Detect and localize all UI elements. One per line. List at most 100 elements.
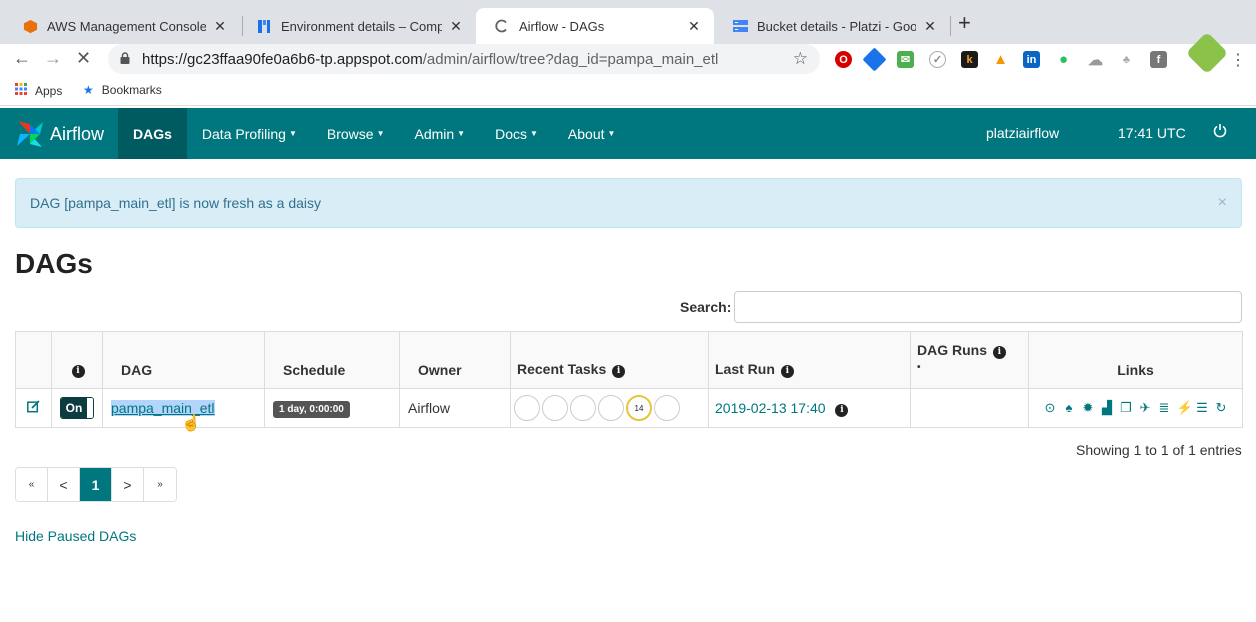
nav-label: About: [567, 125, 605, 142]
toggle-knob: [87, 398, 93, 418]
info-icon: i: [992, 346, 1006, 359]
nav-admin[interactable]: Admin ▼: [399, 108, 480, 159]
caret-down-icon: ▼: [607, 129, 616, 138]
edit-icon[interactable]: [27, 400, 40, 416]
browser-tab-strip: AWS Management Console ✕ Environment det…: [0, 0, 1256, 44]
links-cell: ⊙ ♠ ✹ ▟ ❐ ✈ ≣ ⚡ ☰ ↻: [1028, 388, 1243, 428]
tab-divider: [950, 16, 951, 36]
stop-loading-icon[interactable]: ✕: [76, 48, 91, 69]
user-name[interactable]: platziairflow: [986, 125, 1059, 141]
schedule-badge[interactable]: 1 day, 0:00:00: [273, 400, 350, 418]
bookmarks-bar: Apps ★ Bookmarks: [0, 76, 1256, 106]
airflow-logo[interactable]: Airflow: [14, 118, 104, 150]
caret-down-icon: ▼: [530, 129, 538, 138]
logout-power-icon[interactable]: [1213, 123, 1227, 142]
task-state-circles: 14: [514, 395, 702, 421]
forward-arrow-icon[interactable]: →: [44, 48, 62, 69]
aws-cube-icon: [22, 18, 38, 34]
bookmark-apps[interactable]: Apps: [15, 83, 62, 98]
tree-view-icon[interactable]: ♠: [1063, 400, 1076, 416]
search-label: Search:: [680, 299, 732, 315]
info-icon[interactable]: i: [835, 403, 849, 417]
tab-composer[interactable]: Environment details – Compose ✕: [238, 8, 476, 44]
nav-dags[interactable]: DAGs: [118, 108, 187, 159]
browser-toolbar: ← → ✕ https://gc23ffaa90fe0a6b6-tp.appsp…: [0, 31, 1256, 76]
close-icon[interactable]: ✕: [212, 18, 228, 35]
prev-page-button[interactable]: <: [48, 468, 80, 501]
close-icon[interactable]: ✕: [922, 18, 938, 35]
nav-about[interactable]: About ▼: [553, 108, 631, 159]
nav-docs[interactable]: Docs ▼: [480, 108, 553, 159]
nav-browse[interactable]: Browse ▼: [312, 108, 400, 159]
back-arrow-icon[interactable]: ←: [13, 48, 31, 69]
tree-extension-icon[interactable]: ♣: [1118, 51, 1135, 68]
dag-on-off-toggle[interactable]: On: [60, 397, 94, 419]
linkedin-extension-icon[interactable]: in: [1023, 51, 1040, 68]
close-icon[interactable]: ✕: [448, 18, 464, 35]
nav-data-profiling[interactable]: Data Profiling ▼: [187, 108, 312, 159]
header-dag[interactable]: DAG: [102, 331, 265, 389]
evernote-extension-icon[interactable]: ●: [1055, 51, 1072, 68]
header-last-run: Last Run i: [708, 331, 911, 389]
code-view-icon[interactable]: ⚡: [1177, 400, 1193, 416]
address-bar[interactable]: https://gc23ffaa90fe0a6b6-tp.appspot.com…: [108, 44, 820, 74]
url-host: https://gc23ffaa90fe0a6b6-tp.appspot.com: [142, 50, 423, 68]
brand-name: Airflow: [50, 123, 105, 144]
first-page-button[interactable]: «: [16, 468, 48, 501]
header-edit: [15, 331, 52, 389]
tab-bucket-details[interactable]: Bucket details - Platzi - Google ✕: [714, 8, 950, 44]
schedule-cell: 1 day, 0:00:00: [264, 388, 400, 428]
task-state-circle-upstream[interactable]: 14: [626, 395, 652, 421]
bookmark-label: Bookmarks: [101, 83, 162, 97]
composer-icon: [256, 18, 272, 34]
task-state-circle[interactable]: [542, 395, 568, 421]
tab-title: AWS Management Console: [47, 18, 206, 34]
shield-extension-icon[interactable]: ✓: [929, 51, 946, 68]
triangle-extension-icon[interactable]: ▲: [992, 51, 1009, 68]
k-extension-icon[interactable]: k: [961, 51, 978, 68]
duration-chart-icon[interactable]: ▟: [1101, 400, 1114, 416]
mail-extension-icon[interactable]: ✉: [897, 51, 914, 68]
close-icon[interactable]: ✕: [686, 18, 702, 35]
utc-clock: 17:41 UTC: [1118, 125, 1186, 141]
current-page-button[interactable]: 1: [80, 468, 112, 501]
search-input[interactable]: [734, 291, 1242, 323]
main-menu: DAGs Data Profiling ▼ Browse ▼ Admin ▼ Docs…: [118, 108, 630, 159]
more-menu-icon[interactable]: ⋮: [1230, 50, 1246, 70]
cloud-extension-icon[interactable]: ☁: [1087, 51, 1104, 69]
hide-paused-dags-link[interactable]: Hide Paused DAGs: [15, 528, 136, 544]
task-state-circle[interactable]: [598, 395, 624, 421]
close-icon[interactable]: ×: [1218, 194, 1227, 212]
facebook-extension-icon[interactable]: f: [1150, 51, 1167, 68]
next-page-button[interactable]: >: [112, 468, 144, 501]
gantt-icon[interactable]: ≣: [1158, 400, 1171, 416]
header-owner[interactable]: Owner: [399, 331, 511, 389]
opera-extension-icon[interactable]: O: [835, 51, 852, 68]
info-icon: i: [780, 365, 794, 378]
bookmark-star-icon[interactable]: ☆: [793, 49, 808, 69]
task-tries-icon[interactable]: ❐: [1120, 400, 1133, 416]
bookmark-bookmarks[interactable]: ★ Bookmarks: [83, 83, 162, 97]
tab-aws-console[interactable]: AWS Management Console ✕: [4, 8, 240, 44]
table-header-row: i DAG Schedule Owner Recent Tasks i Last…: [15, 331, 1243, 389]
header-links: Links: [1028, 331, 1243, 389]
new-tab-button[interactable]: +: [958, 12, 971, 34]
tab-airflow-dags[interactable]: Airflow - DAGs ✕: [476, 8, 714, 44]
bullet-dot: •: [917, 362, 921, 373]
storage-bucket-icon: [732, 18, 748, 34]
lock-icon: [120, 51, 134, 67]
flash-alert: DAG [pampa_main_etl] is now fresh as a d…: [15, 178, 1242, 228]
task-state-circle[interactable]: [570, 395, 596, 421]
header-schedule[interactable]: Schedule: [264, 331, 400, 389]
logs-icon[interactable]: ☰: [1196, 400, 1209, 416]
landing-times-icon[interactable]: ✈: [1139, 400, 1152, 416]
diamond-extension-icon[interactable]: [862, 47, 887, 72]
task-state-circle[interactable]: [654, 395, 680, 421]
trigger-dag-icon[interactable]: ⊙: [1044, 400, 1057, 416]
refresh-icon[interactable]: ↻: [1215, 400, 1228, 416]
last-run-link[interactable]: 2019-02-13 17:40: [715, 400, 826, 416]
graph-view-icon[interactable]: ✹: [1082, 400, 1095, 416]
last-page-button[interactable]: »: [144, 468, 176, 501]
nav-label: DAGs: [133, 125, 172, 142]
task-state-circle[interactable]: [514, 395, 540, 421]
